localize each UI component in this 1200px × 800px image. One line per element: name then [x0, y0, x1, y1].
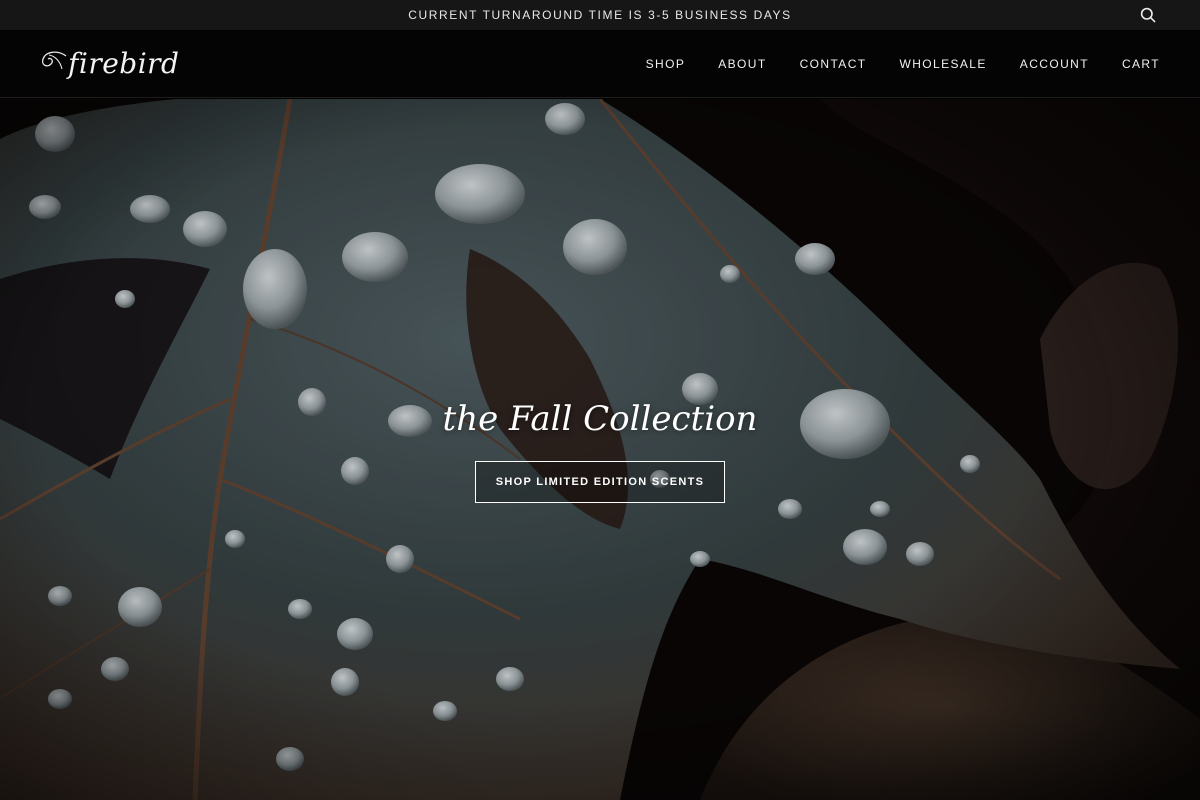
logo-text: firebird [68, 47, 180, 80]
nav-about[interactable]: ABOUT [718, 57, 766, 71]
announcement-text: CURRENT TURNAROUND TIME IS 3-5 BUSINESS … [408, 8, 792, 22]
site-header: firebird SHOP ABOUT CONTACT WHOLESALE AC… [0, 30, 1200, 98]
feather-swirl-icon [41, 51, 67, 70]
main-nav: SHOP ABOUT CONTACT WHOLESALE ACCOUNT CAR… [613, 30, 1160, 98]
search-icon[interactable] [1140, 7, 1156, 23]
nav-account[interactable]: ACCOUNT [1020, 57, 1089, 71]
nav-cart[interactable]: CART [1122, 57, 1160, 71]
logo[interactable]: firebird [40, 44, 180, 84]
nav-shop[interactable]: SHOP [646, 57, 686, 71]
nav-contact[interactable]: CONTACT [800, 57, 867, 71]
hero-banner: the Fall Collection SHOP LIMITED EDITION… [0, 99, 1200, 800]
hero-content: the Fall Collection SHOP LIMITED EDITION… [0, 399, 1200, 503]
shop-limited-edition-button[interactable]: SHOP LIMITED EDITION SCENTS [474, 461, 726, 503]
nav-wholesale[interactable]: WHOLESALE [900, 57, 987, 71]
announcement-bar: CURRENT TURNAROUND TIME IS 3-5 BUSINESS … [0, 0, 1200, 30]
hero-title: the Fall Collection [442, 399, 758, 439]
